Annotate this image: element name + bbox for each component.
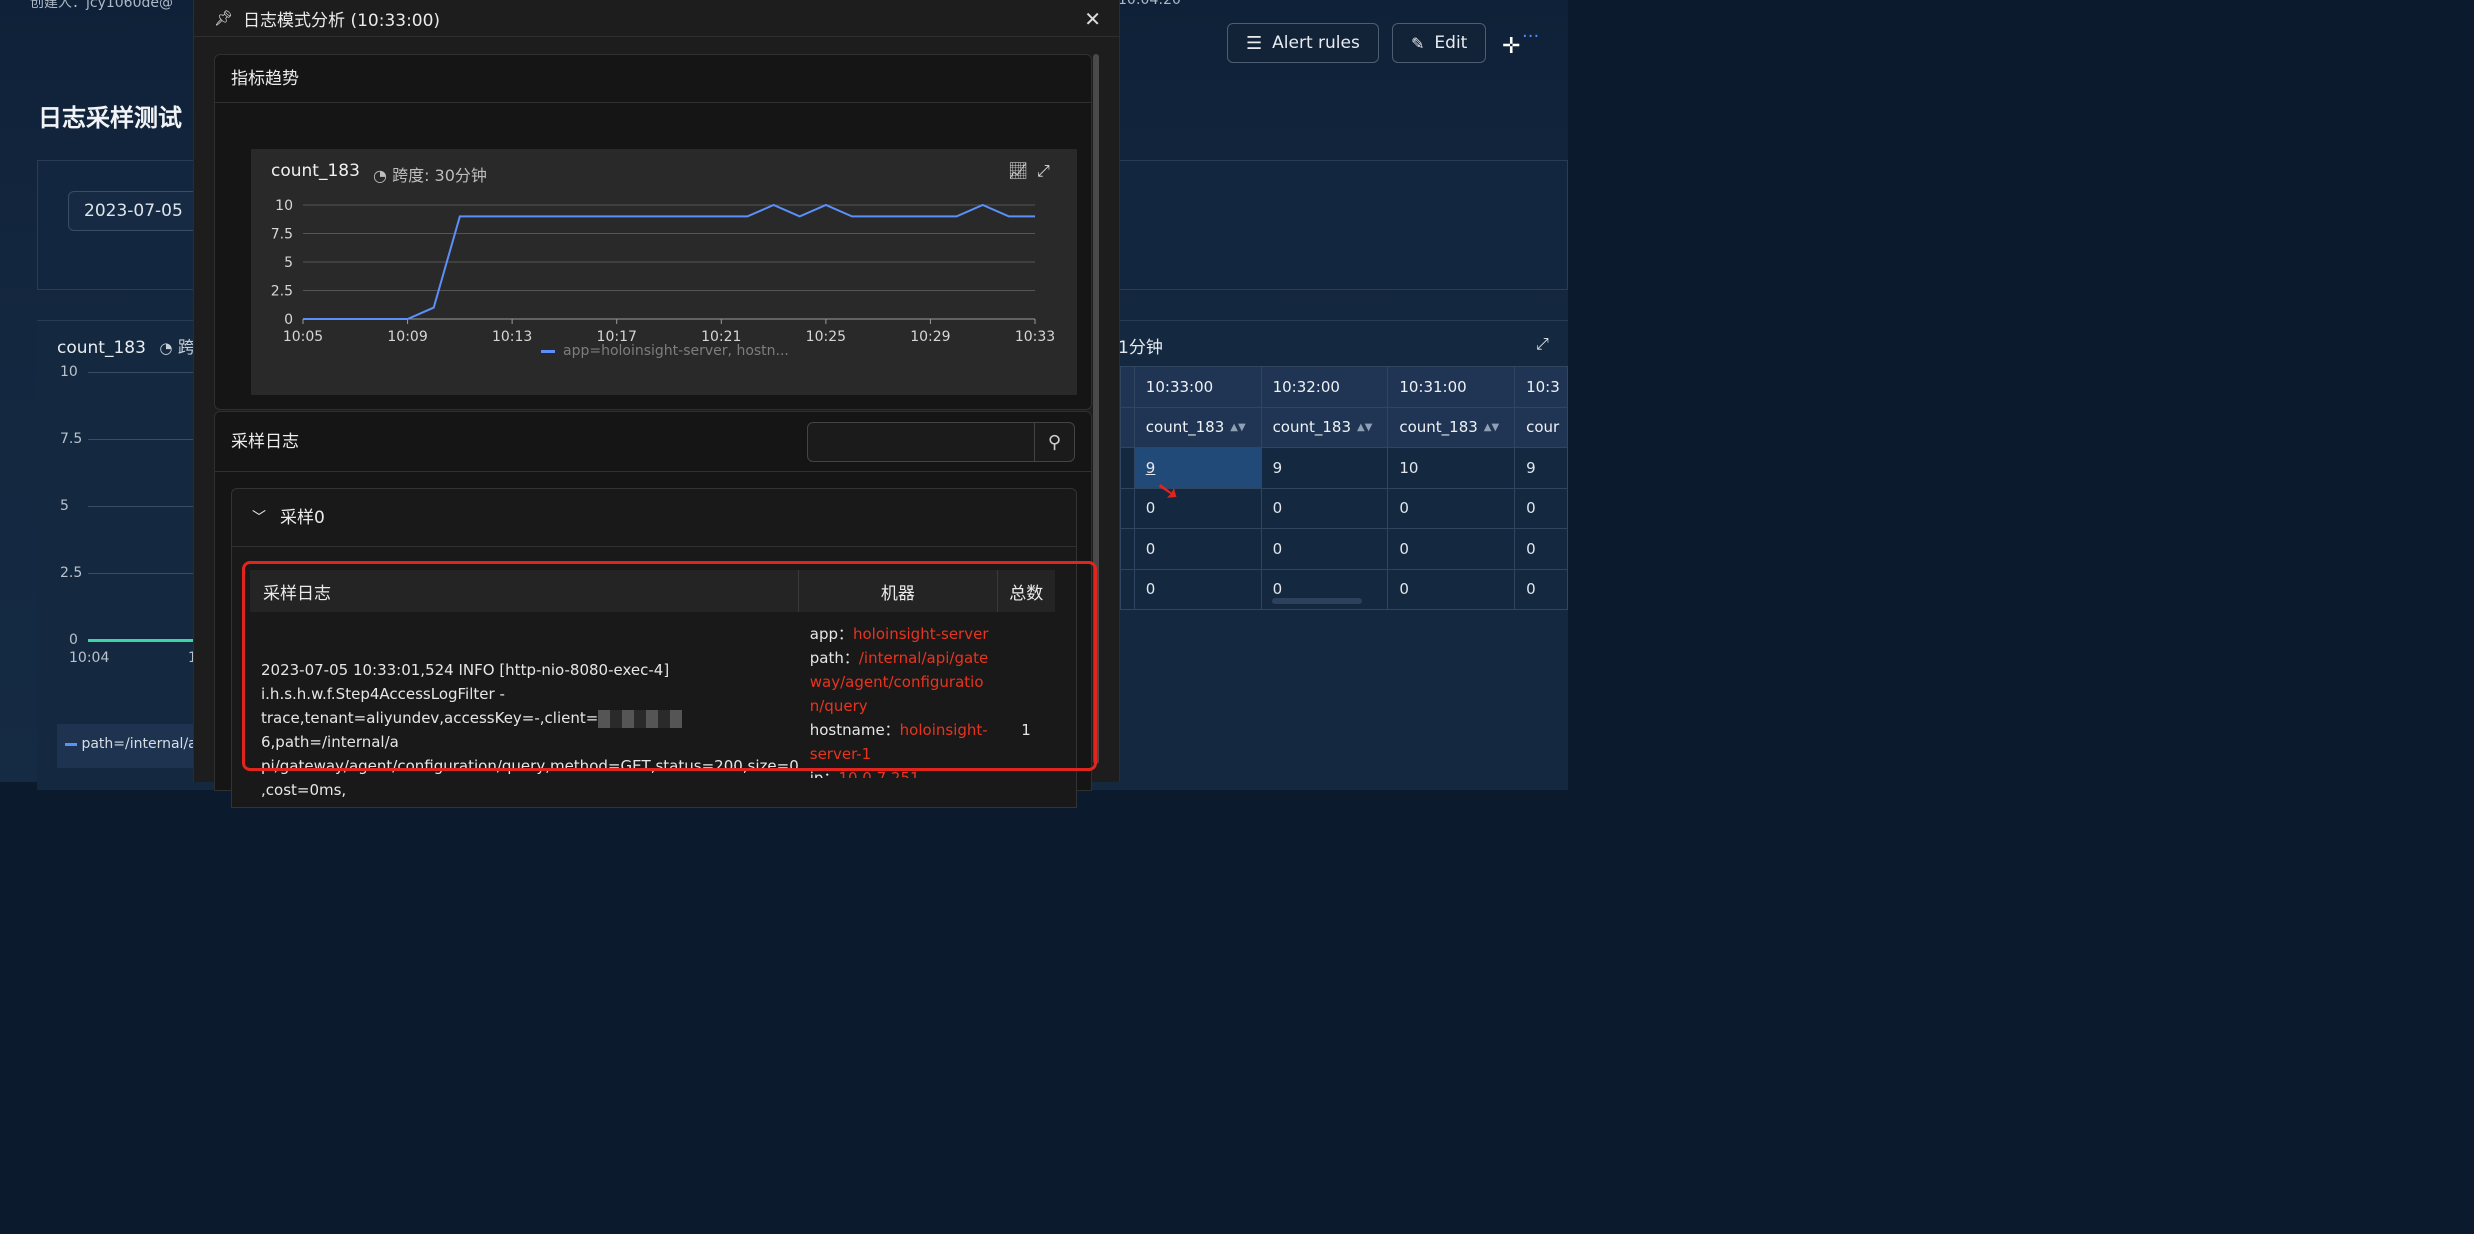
chevron-down-icon: ﹀ [252, 509, 266, 526]
sort-icon: ▲▼ [1357, 422, 1373, 434]
list-icon: ☰ [1246, 32, 1263, 54]
bg-gridline [88, 506, 198, 507]
line-chart-icon[interactable]: 📈︎ [1008, 161, 1028, 180]
pencil-icon: ✎ [1411, 33, 1425, 53]
machine-info: app：holoinsight-server path：/internal/ap… [809, 625, 989, 778]
bg-gridline [88, 372, 198, 373]
creator-label: 创建人：jcy1060de@ [30, 0, 174, 11]
sample-group-header[interactable]: ﹀ 采样0 [232, 489, 1076, 547]
bg-span-label: 1分钟 [1118, 338, 1163, 358]
edit-button[interactable]: ✎ Edit [1392, 23, 1487, 63]
sample-group-label: 采样0 [280, 507, 325, 528]
y-tick-label: 10 [275, 198, 293, 214]
sample-log-table: 采样日志 机器 总数 2023-07-05 10:33:01,524 INFO … [250, 570, 1055, 802]
log-content: 2023-07-05 10:33:01,524 INFO [http-nio-8… [261, 661, 799, 799]
crosshair-cursor-icon: ✛ [1502, 34, 1521, 59]
time-header: 10:32:00 [1260, 366, 1389, 408]
log-count: 1 [1021, 721, 1031, 739]
line-chart: 02.557.51010:05 10:09 10:13 10:17 10:21 10:25… [271, 198, 1055, 345]
table-scrollbar[interactable] [1272, 598, 1362, 604]
modal-title: 日志模式分析 (10:33:00) [243, 10, 441, 31]
alert-rules-label: Alert rules [1272, 33, 1360, 53]
table-cell: 0 [1260, 528, 1389, 570]
sort-icon: ▲▼ [1230, 422, 1246, 434]
modal-header: 📌︎ 日志模式分析 (10:33:00) [194, 0, 1119, 37]
close-icon[interactable]: ✕ [1084, 7, 1101, 31]
bg-y-tick: 0 [69, 632, 78, 648]
x-tick-label: 10:05 [283, 329, 323, 345]
time-header: 10:33:00 [1133, 366, 1262, 408]
legend-swatch [541, 349, 555, 353]
pin-icon[interactable]: 📌︎ [214, 9, 233, 27]
expand-icon[interactable]: ⤢ [1536, 334, 1549, 354]
x-tick-label: 10:25 [806, 329, 846, 345]
trend-card: 指标趋势 count_183 ◔ 跨度: 30分钟 📈︎ ⤢ 0 2.5 5 7.5 1… [214, 54, 1092, 410]
y-tick-label: 5 [284, 255, 293, 271]
table-cell: 0 [1514, 568, 1568, 610]
col-header-log: 采样日志 [250, 570, 800, 612]
metrics-table: 10:33:00 10:32:00 10:31:00 10:3 count_18… [1120, 366, 1568, 610]
bg-gridline [88, 573, 198, 574]
chart-title: count_183 [271, 161, 360, 181]
y-tick-label: 2.5 [271, 284, 293, 300]
chart-container: count_183 ◔ 跨度: 30分钟 📈︎ ⤢ 0 2.5 5 7.5 10 10:0… [251, 149, 1077, 395]
bg-legend[interactable]: path=/internal/a [57, 724, 197, 768]
fullscreen-icon[interactable]: ⤢ [1037, 161, 1050, 181]
bg-y-tick: 7.5 [60, 431, 83, 447]
x-tick-label: 10:29 [910, 329, 950, 345]
table-cell: 0 [1514, 528, 1568, 570]
chart-legend[interactable]: app=holoinsight-server, hostn... [541, 343, 789, 359]
table-cell: 0 [1133, 528, 1262, 570]
search-box: ⚲ [807, 422, 1075, 462]
clock-icon: ◔ [373, 166, 387, 185]
table-cell-link[interactable]: 9 [1133, 447, 1262, 489]
scrollbar-thumb[interactable] [1093, 54, 1099, 764]
col-header-machine: 机器 [798, 570, 998, 612]
chart-span: ◔ 跨度: 30分钟 [373, 166, 487, 185]
search-input[interactable] [808, 423, 1034, 461]
x-tick-label: 10:13 [492, 329, 532, 345]
sort-icon: ▲▼ [1483, 422, 1500, 434]
table-cell: 0 [1133, 568, 1262, 610]
metric-header[interactable]: cour [1514, 406, 1568, 448]
alert-rules-button[interactable]: ☰ Alert rules [1227, 23, 1379, 63]
table-cell: 0 [1133, 487, 1262, 529]
time-header: 10:31:00 [1387, 366, 1516, 408]
table-cell: 0 [1514, 487, 1568, 529]
bg-y-tick: 5 [60, 498, 69, 514]
table-cell: 9 [1260, 447, 1389, 489]
bg-y-tick: 2.5 [60, 565, 83, 581]
y-tick-label: 0 [284, 312, 293, 328]
table-cell: 0 [1260, 487, 1389, 529]
bg-chart-title: count_183 ◔ 跨 [57, 338, 195, 358]
legend-label: app=holoinsight-server, hostn... [563, 343, 789, 359]
table-cell: 0 [1387, 528, 1516, 570]
metric-header[interactable]: count_183 ▲▼ [1387, 406, 1516, 448]
col-header-count: 总数 [997, 570, 1055, 612]
trend-card-title: 指标趋势 [215, 55, 1091, 103]
page-title: 日志采样测试 [38, 104, 182, 132]
modal-scrollbar[interactable] [1093, 54, 1099, 764]
metric-header[interactable]: count_183 ▲▼ [1260, 406, 1389, 448]
x-tick-label: 10:09 [387, 329, 427, 345]
table-cell: 0 [1387, 568, 1516, 610]
clock-icon: ◔ [159, 339, 173, 357]
table-row: 2023-07-05 10:33:01,524 INFO [http-nio-8… [250, 612, 1055, 802]
table-cell: 10 [1387, 447, 1516, 489]
y-tick-label: 7.5 [271, 227, 293, 243]
x-tick-label: 10:33 [1015, 329, 1055, 345]
edit-label: Edit [1434, 33, 1468, 53]
search-icon[interactable]: ⚲ [1034, 423, 1074, 461]
metric-header[interactable]: count_183 ▲▼ [1133, 406, 1262, 448]
table-cell: 9 [1514, 447, 1568, 489]
more-icon[interactable]: ··· [1522, 26, 1539, 47]
time-label: 10:04:20 [1118, 0, 1181, 8]
bg-x-tick: 10:04 [69, 650, 110, 666]
time-header: 10:3 [1514, 366, 1568, 408]
table-cell: 0 [1387, 487, 1516, 529]
bg-gridline [88, 439, 198, 440]
bg-y-tick: 10 [60, 364, 78, 380]
bg-series-line [88, 639, 198, 642]
redacted-block [598, 709, 683, 728]
